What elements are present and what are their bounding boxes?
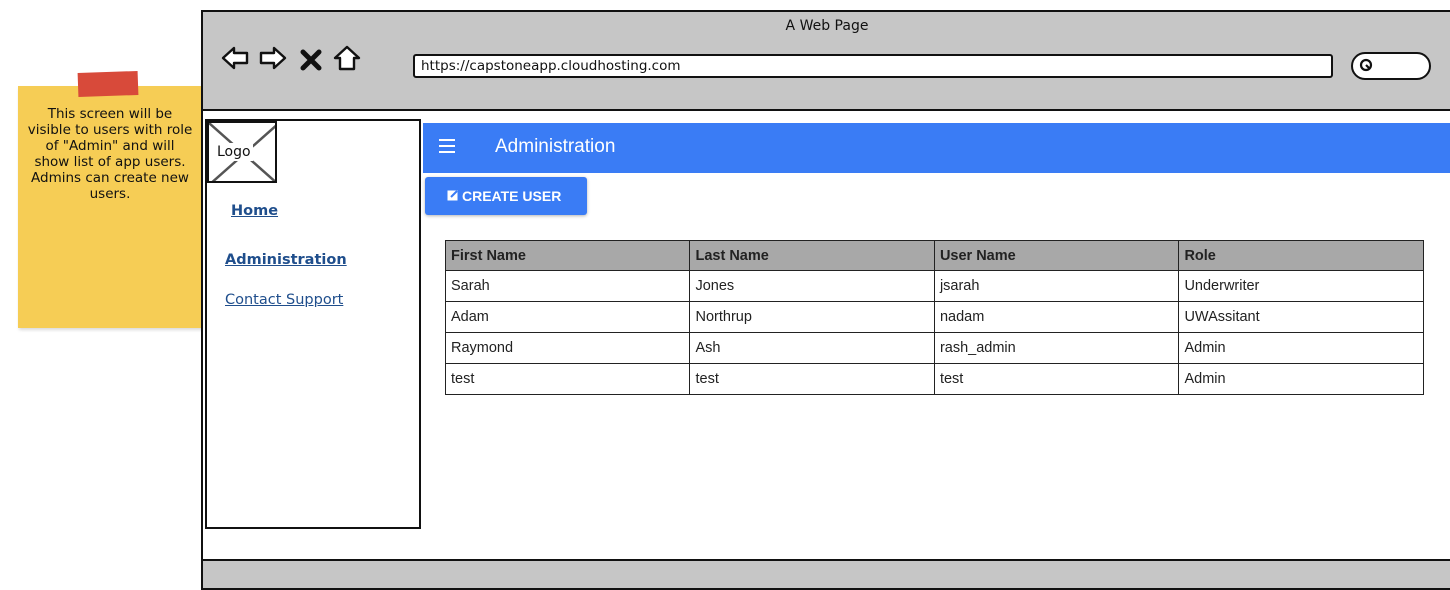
cell-last-name: Ash xyxy=(689,332,935,364)
cell-role: Underwriter xyxy=(1178,270,1424,302)
url-bar[interactable]: https://capstoneapp.cloudhosting.com xyxy=(413,54,1333,78)
column-header[interactable]: User Name xyxy=(933,240,1180,271)
sidebar-item-home[interactable]: Home xyxy=(231,203,278,219)
column-header[interactable]: Last Name xyxy=(689,240,935,271)
table-row[interactable]: Raymond Ash rash_admin Admin xyxy=(444,332,1424,364)
table-row[interactable]: test test test Admin xyxy=(444,363,1424,395)
column-header[interactable]: First Name xyxy=(444,240,691,271)
table-row[interactable]: Adam Northrup nadam UWAssitant xyxy=(444,301,1424,333)
search-icon xyxy=(1359,58,1373,72)
cell-role: Admin xyxy=(1178,332,1424,364)
browser-window: A Web Page https://capstoneapp.cloudhost… xyxy=(201,10,1450,590)
cell-role: UWAssitant xyxy=(1178,301,1424,333)
create-user-button[interactable]: CREATE USER xyxy=(425,177,587,215)
cell-first-name: Sarah xyxy=(444,270,691,302)
cell-user-name: test xyxy=(933,363,1180,395)
page-viewport: Logo Home Administration Contact Support… xyxy=(203,109,1450,561)
app-header: Administration xyxy=(423,123,1450,173)
sidebar-item-contact-support[interactable]: Contact Support xyxy=(225,292,343,308)
search-box[interactable] xyxy=(1351,52,1431,80)
cell-last-name: Jones xyxy=(689,270,935,302)
note-tape xyxy=(77,70,139,98)
table-header-row: First Name Last Name User Name Role xyxy=(444,240,1424,271)
cell-last-name: test xyxy=(689,363,935,395)
cell-user-name: nadam xyxy=(933,301,1180,333)
edit-square-icon xyxy=(447,190,458,201)
sidebar-item-administration[interactable]: Administration xyxy=(225,252,347,268)
back-arrow-icon[interactable] xyxy=(221,44,249,72)
page-title: Administration xyxy=(495,136,616,157)
close-x-icon[interactable] xyxy=(297,46,325,74)
sidebar: Logo Home Administration Contact Support xyxy=(205,119,421,529)
cell-user-name: jsarah xyxy=(933,270,1180,302)
cell-role: Admin xyxy=(1178,363,1424,395)
note-text: This screen will be visible to users wit… xyxy=(27,106,193,202)
hamburger-menu-icon[interactable] xyxy=(439,139,455,153)
cell-user-name: rash_admin xyxy=(933,332,1180,364)
table-row[interactable]: Sarah Jones jsarah Underwriter xyxy=(444,270,1424,302)
cell-first-name: Raymond xyxy=(444,332,691,364)
create-user-label: CREATE USER xyxy=(462,188,562,204)
logo[interactable]: Logo xyxy=(207,121,277,183)
cell-last-name: Northrup xyxy=(689,301,935,333)
users-table: First Name Last Name User Name Role Sara… xyxy=(444,240,1424,395)
sticky-note: This screen will be visible to users wit… xyxy=(18,70,202,328)
window-title: A Web Page xyxy=(785,18,869,34)
logo-label: Logo xyxy=(215,143,253,161)
home-icon[interactable] xyxy=(333,44,361,72)
forward-arrow-icon[interactable] xyxy=(259,44,287,72)
cell-first-name: Adam xyxy=(444,301,691,333)
cell-first-name: test xyxy=(444,363,691,395)
column-header[interactable]: Role xyxy=(1178,240,1424,271)
